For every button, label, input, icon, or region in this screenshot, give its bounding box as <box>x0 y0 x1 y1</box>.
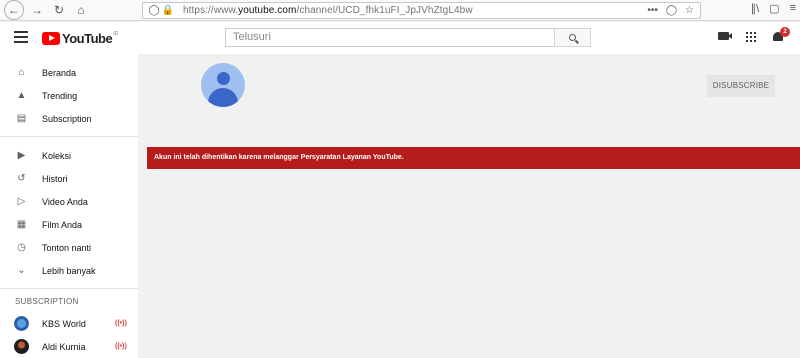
sidebar-item-label: Beranda <box>42 67 77 78</box>
subscriptions-icon: ▤ <box>16 113 27 124</box>
search-button[interactable] <box>554 28 591 47</box>
live-indicator-icon: ((•)) <box>115 343 127 350</box>
sidebar-item-subscriptions[interactable]: ▤ Subscription <box>0 107 138 130</box>
sidebar-item-label: Subscription <box>42 113 92 124</box>
sidebar-item-label: Tonton nanti <box>42 242 92 253</box>
termination-alert-banner: Akun ini telah dihentikan karena melangg… <box>147 147 800 169</box>
channel-avatar <box>14 339 29 354</box>
guide-menu-icon[interactable] <box>14 31 28 43</box>
subscription-item-aldi-kurnia[interactable]: Aldi Kurnia ((•)) <box>0 335 138 358</box>
youtube-play-icon <box>42 32 60 45</box>
browser-toolbar: ← → ↻ ⌂ ◯ 🔒 https://www.youtube.com/chan… <box>0 0 800 21</box>
sidebar-item-label: Koleksi <box>42 150 72 161</box>
apps-grid-icon[interactable] <box>746 32 756 42</box>
create-video-icon[interactable] <box>718 32 732 40</box>
sidebar-item-label: Video Anda <box>42 196 88 207</box>
reload-button[interactable]: ↻ <box>50 1 68 19</box>
sidebar-item-your-movies[interactable]: ▦ Film Anda <box>0 213 138 236</box>
sidebar-item-label: Histori <box>42 173 68 184</box>
search-input[interactable]: Telusuri <box>225 28 555 47</box>
channel-header: DISUBSCRIBE <box>139 54 800 138</box>
sidebar-item-history[interactable]: ↺ Histori <box>0 167 138 190</box>
screen: ← → ↻ ⌂ ◯ 🔒 https://www.youtube.com/chan… <box>0 0 800 358</box>
browser-menu-icon[interactable]: ≡ <box>790 2 796 15</box>
bookmark-star-icon[interactable]: ☆ <box>685 5 694 16</box>
pocket-icon[interactable]: ◯ <box>666 5 677 16</box>
library-browser-icon[interactable]: ∥\ <box>751 2 760 15</box>
logo-wordmark: YouTube <box>62 31 113 46</box>
youtube-masthead: YouTube ID Telusuri 2 <box>0 22 800 54</box>
film-icon: ▦ <box>16 219 27 230</box>
forward-button[interactable]: → <box>28 1 46 19</box>
chevron-down-icon: ⌄ <box>17 265 26 276</box>
url-path: /channel/UCD_fhk1uFI_JpJVhZtgL4bw <box>296 5 473 16</box>
subscription-name: KBS World <box>42 318 86 329</box>
lock-icon[interactable]: 🔒 <box>161 5 175 16</box>
live-indicator-icon: ((•)) <box>115 320 127 327</box>
sidebar-item-home[interactable]: ⌂ Beranda <box>0 61 138 84</box>
sidebar-item-label: Trending <box>42 90 78 101</box>
sidebar-divider <box>0 288 138 289</box>
sidebar-item-library[interactable]: ▶ Koleksi <box>0 144 138 167</box>
library-icon: ▶ <box>17 150 26 161</box>
home-button[interactable]: ⌂ <box>72 1 90 19</box>
watch-later-icon: ◷ <box>17 242 26 253</box>
url-prefix: https://www. <box>183 5 239 16</box>
search-icon <box>569 34 576 41</box>
sidebar-item-trending[interactable]: ▲ Trending <box>0 84 138 107</box>
sidebar-toggle-icon[interactable]: ▢ <box>769 2 779 15</box>
sidebar-divider <box>0 136 138 137</box>
sidebar-item-show-more[interactable]: ⌄ Lebih banyak <box>0 259 138 282</box>
url-domain: youtube.com <box>238 5 297 16</box>
subscription-name: Aldi Kurnia <box>42 341 86 352</box>
subscriptions-heading: SUBSCRIPTION <box>15 297 79 306</box>
channel-avatar-default-icon <box>201 63 245 107</box>
notifications-bell-icon[interactable]: 2 <box>773 27 790 42</box>
page-actions-icon[interactable]: ••• <box>647 5 658 16</box>
back-button[interactable]: ← <box>4 0 24 20</box>
sidebar-item-your-videos[interactable]: ▷ Video Anda <box>0 190 138 213</box>
history-icon: ↺ <box>17 173 26 184</box>
sidebar-item-label: Film Anda <box>42 219 83 230</box>
notification-badge: 2 <box>780 27 790 37</box>
home-icon: ⌂ <box>18 67 25 78</box>
sidebar-item-label: Lebih banyak <box>42 265 96 276</box>
address-bar[interactable]: ◯ 🔒 https://www.youtube.com/channel/UCD_… <box>142 2 701 19</box>
url-text[interactable]: https://www.youtube.com/channel/UCD_fhk1… <box>183 5 473 16</box>
your-videos-icon: ▷ <box>17 196 26 207</box>
youtube-logo[interactable]: YouTube ID <box>42 31 118 46</box>
guide-sidebar: ⌂ Beranda ▲ Trending ▤ Subscription ▶ Ko… <box>0 54 138 358</box>
logo-region: ID <box>113 31 119 37</box>
sidebar-item-watch-later[interactable]: ◷ Tonton nanti <box>0 236 138 259</box>
subscription-item-kbs-world[interactable]: KBS World ((•)) <box>0 312 138 335</box>
flame-icon: ▲ <box>16 90 27 101</box>
channel-avatar <box>14 316 29 331</box>
shield-icon[interactable]: ◯ <box>147 5 161 16</box>
unsubscribe-button[interactable]: DISUBSCRIBE <box>707 75 775 97</box>
